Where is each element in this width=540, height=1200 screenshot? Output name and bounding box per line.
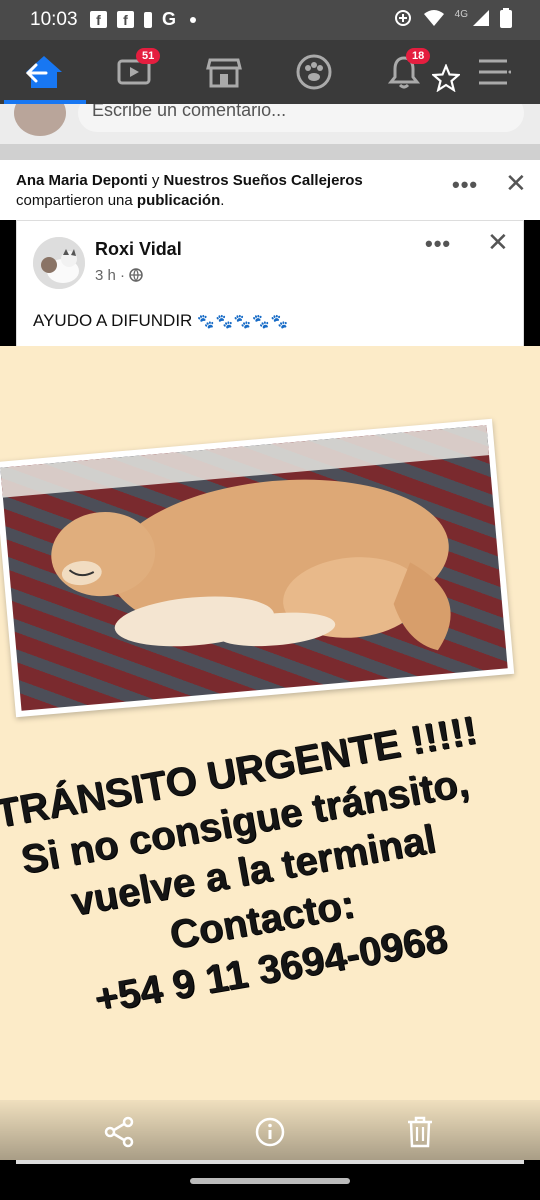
star-icon	[432, 64, 460, 92]
share-action-text: compartieron una	[16, 192, 137, 209]
photo-viewer-actions	[0, 1100, 540, 1164]
marketplace-icon	[206, 58, 242, 88]
close-icon[interactable]: ✕	[505, 168, 527, 199]
back-arrow-icon[interactable]	[24, 60, 50, 86]
sharer-2-link[interactable]: Nuestros Sueños Callejeros	[164, 172, 363, 189]
tab-menu[interactable]	[472, 50, 516, 94]
post-image[interactable]: TRÁNSITO URGENTE !!!!! Si no consigue tr…	[0, 346, 540, 1160]
favorite-button[interactable]	[424, 56, 468, 100]
post-time[interactable]: 3 h	[95, 267, 116, 284]
signal-icon	[473, 10, 489, 26]
post-close-icon[interactable]: ✕	[487, 227, 509, 258]
share-attribution: Ana Maria Deponti y Nuestros Sueños Call…	[16, 171, 436, 211]
facebook-notification-icon: f	[90, 11, 107, 28]
share-button[interactable]	[100, 1112, 140, 1152]
status-notification-icons: f f G	[90, 9, 197, 29]
profile-photo	[33, 237, 85, 289]
tab-home[interactable]	[22, 50, 66, 94]
trash-icon	[408, 1116, 432, 1148]
feed-divider	[0, 144, 540, 160]
battery-icon	[500, 8, 512, 28]
sharer-1-link[interactable]: Ana Maria Deponti	[16, 172, 148, 189]
share-header: Ana Maria Deponti y Nuestros Sueños Call…	[0, 160, 540, 220]
avatar[interactable]	[33, 237, 85, 289]
striped-blanket	[0, 425, 508, 711]
post-text: AYUDO A DIFUNDIR 🐾🐾🐾🐾🐾	[33, 311, 289, 331]
shared-post-card: Roxi Vidal 3 h · ••• ✕ AYUDO A DIFUNDIR …	[16, 220, 524, 346]
facebook-tab-bar: 51 18	[0, 40, 540, 104]
more-notifications-dot-icon	[190, 16, 197, 23]
comment-input[interactable]: Escribe un comentario...	[78, 104, 524, 132]
comment-composer: Escribe un comentario...	[0, 104, 540, 144]
facebook-notification-icon-2: f	[117, 11, 134, 28]
tab-notifications[interactable]: 18	[382, 48, 431, 94]
info-icon	[255, 1117, 285, 1147]
dog-photo	[0, 418, 515, 718]
poster-caption: TRÁNSITO URGENTE !!!!! Si no consigue tr…	[0, 701, 540, 1041]
share-icon	[104, 1116, 134, 1148]
data-saver-icon	[394, 10, 411, 26]
publication-link[interactable]: publicación	[137, 192, 220, 209]
home-gesture-handle[interactable]	[190, 1178, 350, 1184]
wifi-icon	[423, 10, 444, 26]
share-period: .	[220, 192, 225, 209]
post-more-options-icon[interactable]: •••	[425, 231, 451, 257]
globe-icon	[129, 268, 143, 283]
share-conjunction: y	[147, 172, 164, 189]
tab-marketplace[interactable]	[202, 50, 246, 94]
status-system-icons: 4G	[393, 8, 512, 28]
dog-illustration	[0, 425, 490, 651]
paw-prints-emoji: 🐾🐾🐾🐾🐾	[197, 313, 290, 329]
battery-notification-icon	[144, 11, 152, 28]
more-options-icon[interactable]: •••	[452, 172, 478, 198]
avatar	[14, 104, 66, 136]
tab-watch[interactable]: 51	[112, 48, 161, 94]
watch-badge: 51	[136, 48, 161, 64]
info-button[interactable]	[250, 1112, 290, 1152]
post-author[interactable]: Roxi Vidal	[95, 239, 182, 260]
system-navigation-bar	[0, 1164, 540, 1200]
status-time: 10:03	[30, 9, 78, 30]
google-notification-icon: G	[162, 9, 177, 29]
post-text-content: AYUDO A DIFUNDIR	[33, 311, 193, 330]
delete-button[interactable]	[400, 1112, 440, 1152]
menu-icon	[479, 59, 511, 85]
status-bar: 10:03 f f G 4G	[0, 0, 540, 40]
post-meta: 3 h ·	[95, 267, 143, 284]
groups-icon	[296, 54, 332, 90]
tab-groups[interactable]	[292, 50, 336, 94]
network-type-label: 4G	[454, 8, 468, 20]
